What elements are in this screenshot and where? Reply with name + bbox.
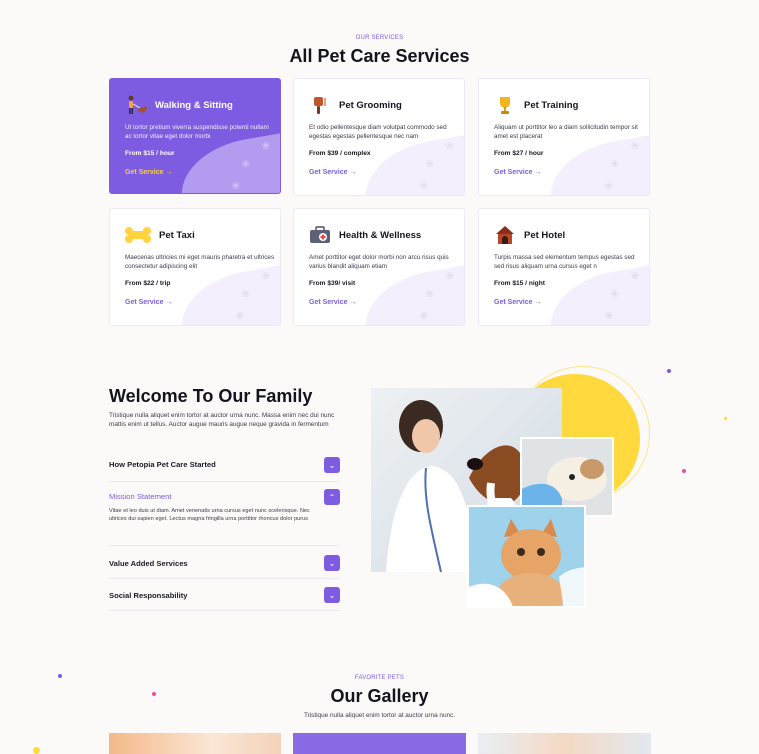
gallery-image[interactable] <box>478 733 651 754</box>
paw-icon: ❀ <box>419 181 428 192</box>
service-title: Health & Wellness <box>339 229 422 241</box>
paw-icon: ❀ <box>425 289 434 300</box>
service-card-grooming[interactable]: ❀ ❀ ❀ Pet Grooming Et odio pellentesque … <box>293 78 465 196</box>
welcome-intro: Tristique nulla aliquet enim tortor at a… <box>109 412 335 428</box>
paw-icon: ❀ <box>610 289 619 300</box>
paw-icon: ❀ <box>630 141 639 152</box>
service-title: Pet Grooming <box>339 99 402 111</box>
gallery-image[interactable] <box>293 733 466 754</box>
gallery-heading: Our Gallery <box>330 686 429 706</box>
accordion-item[interactable]: Social Responsability ⌄ <box>109 579 340 611</box>
service-description: Et odio pellentesque diam volutpat commo… <box>309 124 447 140</box>
medical-kit-icon <box>309 225 331 245</box>
paw-icon: ❀ <box>235 311 244 322</box>
get-service-link[interactable]: Get Service → <box>309 169 356 176</box>
service-title: Pet Hotel <box>524 229 566 241</box>
service-description: Turpis massa sed elementum tempus egesta… <box>494 254 635 270</box>
paw-icon: ❀ <box>425 159 434 170</box>
chevron-down-icon[interactable]: ⌄ <box>324 587 340 603</box>
service-description: Ut tortor pretium viverra suspendisse po… <box>125 124 269 140</box>
decorative-dot <box>724 417 727 420</box>
accordion-title: How Petopia Pet Care Started <box>109 460 216 469</box>
get-service-link[interactable]: Get Service → <box>494 299 541 306</box>
paw-icon: ❀ <box>630 271 639 282</box>
service-card-walking[interactable]: ❀ ❀ ❀ Walking & Sitting Ut tortor pretiu… <box>109 78 281 194</box>
service-description: Aliquam ut porttitor leo a diam sollicit… <box>494 124 638 140</box>
paw-icon: ❀ <box>604 311 613 322</box>
kitten-image <box>467 505 586 608</box>
services-eyebrow: OUR SERVICES <box>355 35 404 41</box>
service-card-hotel[interactable]: ❀ ❀ ❀ Pet Hotel Turpis massa sed element… <box>478 208 650 326</box>
decorative-dot <box>667 369 671 373</box>
service-price: From $15 / hour <box>125 150 175 157</box>
chevron-down-icon[interactable]: ⌄ <box>324 457 340 473</box>
service-price: From $27 / hour <box>494 150 544 157</box>
paw-icon: ❀ <box>241 289 250 300</box>
paw-icon: ❀ <box>445 141 454 152</box>
service-title: Walking & Sitting <box>155 99 233 111</box>
paw-icon: ❀ <box>445 271 454 282</box>
get-service-link[interactable]: Get Service → <box>125 299 172 306</box>
services-heading: All Pet Care Services <box>289 46 470 66</box>
bone-icon <box>125 225 151 245</box>
accordion-item[interactable]: How Petopia Pet Care Started ⌄ <box>109 452 340 482</box>
get-service-link[interactable]: Get Service → <box>309 299 356 306</box>
chevron-up-icon[interactable]: ⌃ <box>324 489 340 505</box>
service-card-health[interactable]: ❀ ❀ ❀ Health & Wellness Amet porttitor e… <box>293 208 465 326</box>
get-service-link[interactable]: Get Service → <box>494 169 541 176</box>
service-card-taxi[interactable]: ❀ ❀ ❀ Pet Taxi Maecenas ultricies mi ege… <box>109 208 281 326</box>
accordion-title: Social Responsability <box>109 591 188 600</box>
trophy-icon <box>494 95 516 115</box>
doghouse-icon <box>494 225 516 245</box>
decorative-dot <box>33 747 40 754</box>
service-price: From $15 / night <box>494 280 545 287</box>
service-description: Maecenas ultricies mi eget mauris pharet… <box>125 254 275 270</box>
grooming-brush-icon <box>309 95 331 115</box>
paw-icon: ❀ <box>604 181 613 192</box>
service-card-training[interactable]: ❀ ❀ ❀ Pet Training Aliquam ut porttitor … <box>478 78 650 196</box>
paw-icon: ❀ <box>610 159 619 170</box>
service-title: Pet Training <box>524 99 579 111</box>
accordion-title: Value Added Services <box>109 559 188 568</box>
gallery-image[interactable] <box>109 733 281 754</box>
paw-icon: ❀ <box>419 311 428 322</box>
dog-walker-icon <box>125 95 147 115</box>
service-price: From $39/ visit <box>309 280 356 287</box>
paw-icon: ❀ <box>261 141 270 152</box>
get-service-link[interactable]: Get Service → <box>125 169 172 176</box>
gallery-subtitle: Tristique nulla aliquet enim tortor at a… <box>303 712 456 719</box>
service-description: Amet porttitor eget dolor morbi non arcu… <box>309 254 449 270</box>
decorative-dot <box>682 469 686 473</box>
gallery-eyebrow: FAVORITE PETS <box>354 675 405 681</box>
accordion-item-open[interactable]: Mission Statement ⌃ Vitae et leo duis ut… <box>109 482 340 546</box>
welcome-heading: Welcome To Our Family <box>109 386 313 406</box>
accordion-item[interactable]: Value Added Services ⌄ <box>109 546 340 579</box>
chevron-down-icon[interactable]: ⌄ <box>324 555 340 571</box>
service-price: From $39 / complex <box>309 150 371 157</box>
accordion-title: Mission Statement <box>109 492 172 501</box>
paw-icon: ❀ <box>231 181 240 192</box>
service-title: Pet Taxi <box>159 229 195 241</box>
accordion-body: Vitae et leo duis ut diam. Amet venenati… <box>109 508 310 522</box>
service-price: From $22 / trip <box>125 280 171 287</box>
paw-icon: ❀ <box>241 159 250 170</box>
paw-icon: ❀ <box>261 271 270 282</box>
